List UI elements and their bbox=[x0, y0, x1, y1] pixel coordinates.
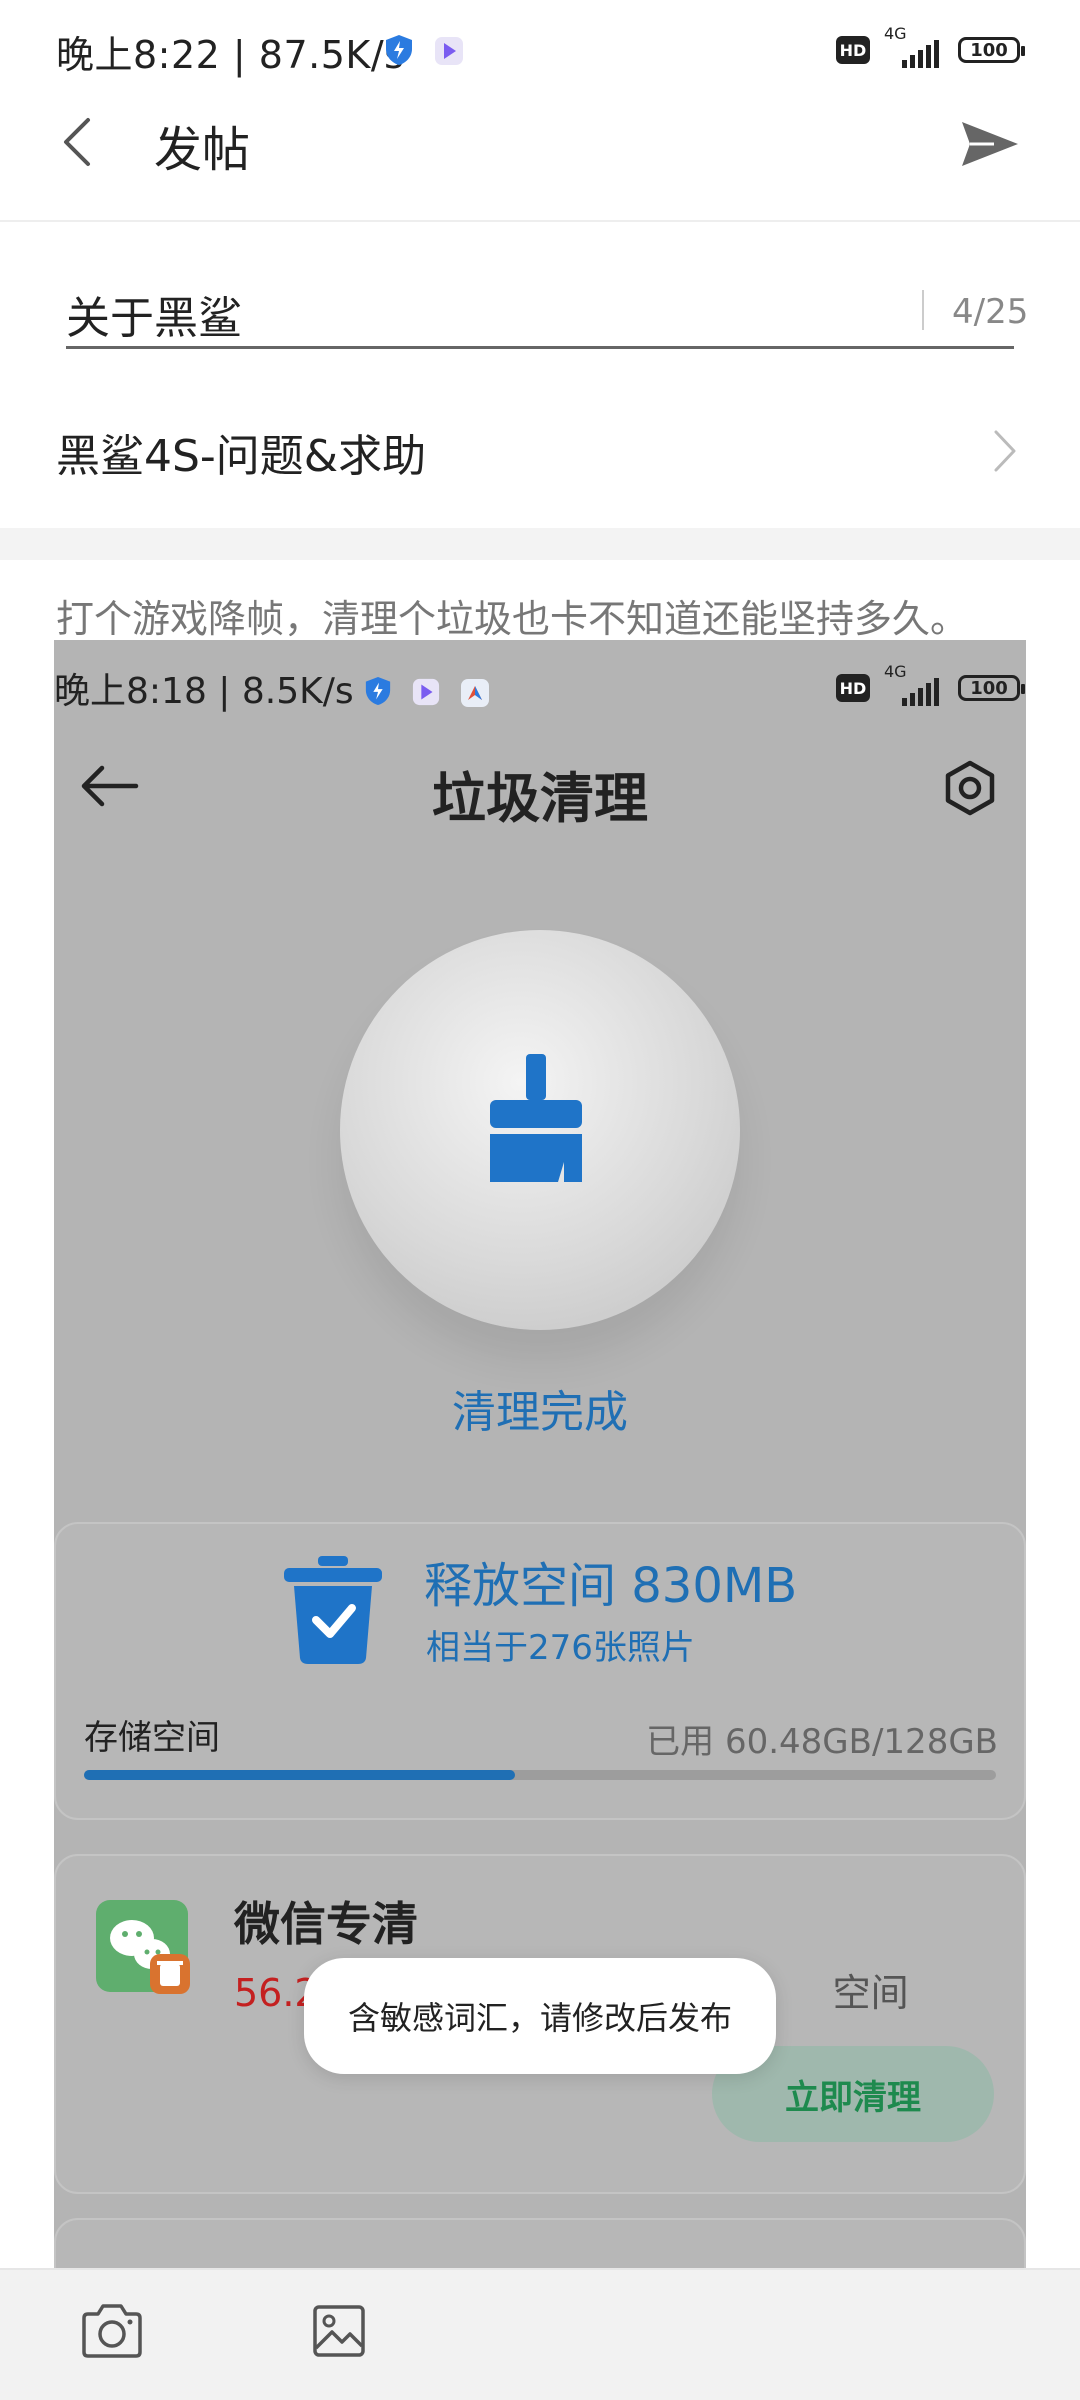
status-time-speed: 晚上8:22 | 87.5K/s bbox=[56, 33, 405, 77]
compass-app-icon bbox=[461, 679, 489, 707]
image-icon[interactable] bbox=[312, 2304, 366, 2358]
battery-icon: 100 bbox=[958, 37, 1025, 63]
settings-icon bbox=[945, 760, 995, 816]
bottom-toolbar bbox=[0, 2268, 1080, 2400]
wechat-clean-title: 微信专清 bbox=[234, 1897, 418, 1951]
trash-check-icon bbox=[284, 1556, 382, 1664]
page-title: 发帖 bbox=[154, 122, 251, 178]
camera-icon[interactable] bbox=[80, 2302, 144, 2360]
broom-icon bbox=[490, 1054, 582, 1182]
signal-icon: 4G bbox=[882, 24, 946, 70]
title-underline bbox=[66, 346, 1014, 349]
status-bar: 晚上8:22 | 87.5K/s HD 4G 100 bbox=[0, 0, 1080, 100]
post-body-text[interactable]: 打个游戏降帧，清理个垃圾也卡不知道还能坚持多久。 bbox=[56, 588, 968, 643]
input-separator bbox=[922, 290, 924, 330]
shield-icon bbox=[386, 35, 412, 65]
clean-done-label: 清理完成 bbox=[452, 1387, 628, 1438]
send-icon[interactable] bbox=[960, 118, 1020, 170]
freed-space-value: 释放空间 830MB bbox=[424, 1558, 798, 1614]
category-selector[interactable]: 黑鲨4S-问题&求助 bbox=[56, 420, 426, 484]
toast-message: 含敏感词汇，请修改后发布 bbox=[304, 1958, 776, 2074]
embedded-status-right: HD 4G 100 bbox=[836, 662, 1025, 708]
hd-icon: HD bbox=[836, 674, 870, 702]
status-right-icons: HD 4G 100 bbox=[836, 24, 1025, 70]
wechat-desc-tail: 空间 bbox=[832, 1971, 909, 2015]
video-app-icon bbox=[435, 37, 463, 65]
storage-label: 存储空间 bbox=[84, 1718, 220, 1758]
embedded-title: 垃圾清理 bbox=[432, 767, 648, 830]
shield-icon bbox=[365, 677, 391, 705]
storage-bar-fill bbox=[84, 1770, 515, 1780]
embedded-status-text: 晚上8:18 | 8.5K/s bbox=[54, 671, 354, 712]
signal-icon: 4G bbox=[882, 662, 946, 708]
chevron-right-icon[interactable] bbox=[990, 428, 1020, 474]
battery-icon: 100 bbox=[958, 675, 1025, 701]
freed-space-subtitle: 相当于276张照片 bbox=[426, 1628, 695, 1668]
header-divider bbox=[0, 220, 1080, 222]
video-app-icon bbox=[412, 678, 440, 706]
storage-value: 已用 60.48GB/128GB bbox=[646, 1722, 998, 1762]
title-char-counter: 4/25 bbox=[952, 292, 1029, 332]
back-arrow-icon[interactable] bbox=[56, 112, 96, 172]
hd-icon: HD bbox=[836, 36, 870, 64]
wechat-clean-icon bbox=[96, 1900, 190, 1994]
next-card bbox=[54, 2218, 1026, 2270]
section-divider bbox=[0, 528, 1080, 560]
post-title-input[interactable]: 关于黑鲨 bbox=[66, 282, 242, 346]
